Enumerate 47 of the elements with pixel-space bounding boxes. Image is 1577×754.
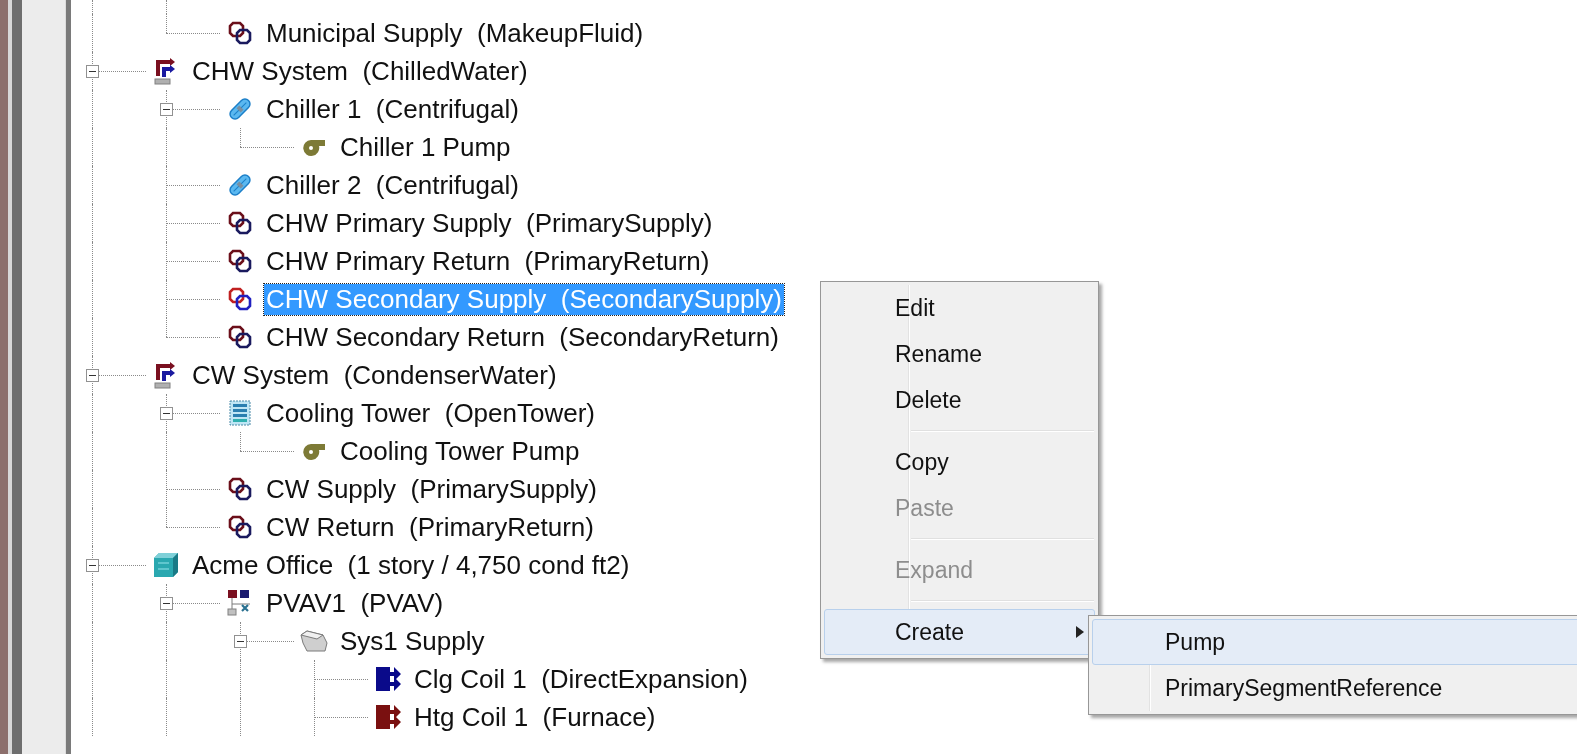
menu-item[interactable]: Pump (1092, 619, 1577, 665)
collapse-toggle[interactable] (86, 65, 99, 78)
pipe-icon (228, 325, 252, 349)
tree-item[interactable]: CHW Secondary Return (SecondaryReturn) (264, 321, 781, 353)
collapse-toggle[interactable] (160, 407, 173, 420)
pipe-icon (228, 211, 252, 235)
menu-item[interactable]: Delete (824, 377, 1095, 423)
pipe-icon (228, 287, 252, 311)
submenu-arrow-icon (1076, 626, 1084, 638)
tree-item[interactable]: Municipal Supply (MakeupFluid) (264, 17, 646, 49)
tree-item[interactable]: CW Return (PrimaryReturn) (264, 511, 596, 543)
pipe-icon (228, 249, 252, 273)
pipe-icon (228, 21, 252, 45)
pipe-icon (228, 515, 252, 539)
tree-item[interactable]: Chiller 1 (Centrifugal) (264, 93, 521, 125)
menu-item[interactable]: Rename (824, 331, 1095, 377)
collapse-toggle[interactable] (86, 369, 99, 382)
tree-item[interactable]: CW Supply (PrimarySupply) (264, 473, 599, 505)
tree-item[interactable]: Chiller 2 (Centrifugal) (264, 169, 521, 201)
pump-icon (301, 441, 327, 461)
tree-item[interactable]: Cooling Tower Pump (338, 435, 582, 467)
tree-item[interactable]: Chiller 1 Pump (338, 131, 513, 163)
menu-item[interactable]: Create (824, 609, 1095, 655)
collapse-toggle[interactable] (160, 103, 173, 116)
collapse-toggle[interactable] (234, 635, 247, 648)
coil-icon (374, 665, 402, 693)
cooling-tower-icon (227, 399, 253, 427)
tree-item[interactable]: CHW Primary Return (PrimaryReturn) (264, 245, 712, 277)
tree-item[interactable]: PVAV1 (PVAV) (264, 587, 446, 619)
tree-item[interactable]: CHW System (ChilledWater) (190, 55, 530, 87)
tree-item[interactable]: CW System (CondenserWater) (190, 359, 559, 391)
tree-item[interactable]: Sys1 Supply (338, 625, 487, 657)
tree-item[interactable]: Cooling Tower (OpenTower) (264, 397, 597, 429)
tree-item[interactable]: CHW Primary Supply (PrimarySupply) (264, 207, 715, 239)
building-icon (152, 551, 180, 579)
menu-item[interactable]: Edit (824, 285, 1095, 331)
tree-item[interactable]: Clg Coil 1 (DirectExpansion) (412, 663, 750, 695)
menu-item[interactable]: PrimarySegmentReference (1092, 665, 1577, 711)
tree-item[interactable]: Acme Office (1 story / 4,750 cond ft2) (190, 549, 632, 581)
coil-icon (374, 703, 402, 731)
menu-item[interactable]: Copy (824, 439, 1095, 485)
tree-item[interactable]: Htg Coil 1 (Furnace) (412, 701, 658, 733)
collapse-toggle[interactable] (160, 597, 173, 610)
collapse-toggle[interactable] (86, 559, 99, 572)
pipe-icon (228, 477, 252, 501)
duct-icon (299, 629, 329, 653)
pump-icon (301, 137, 327, 157)
